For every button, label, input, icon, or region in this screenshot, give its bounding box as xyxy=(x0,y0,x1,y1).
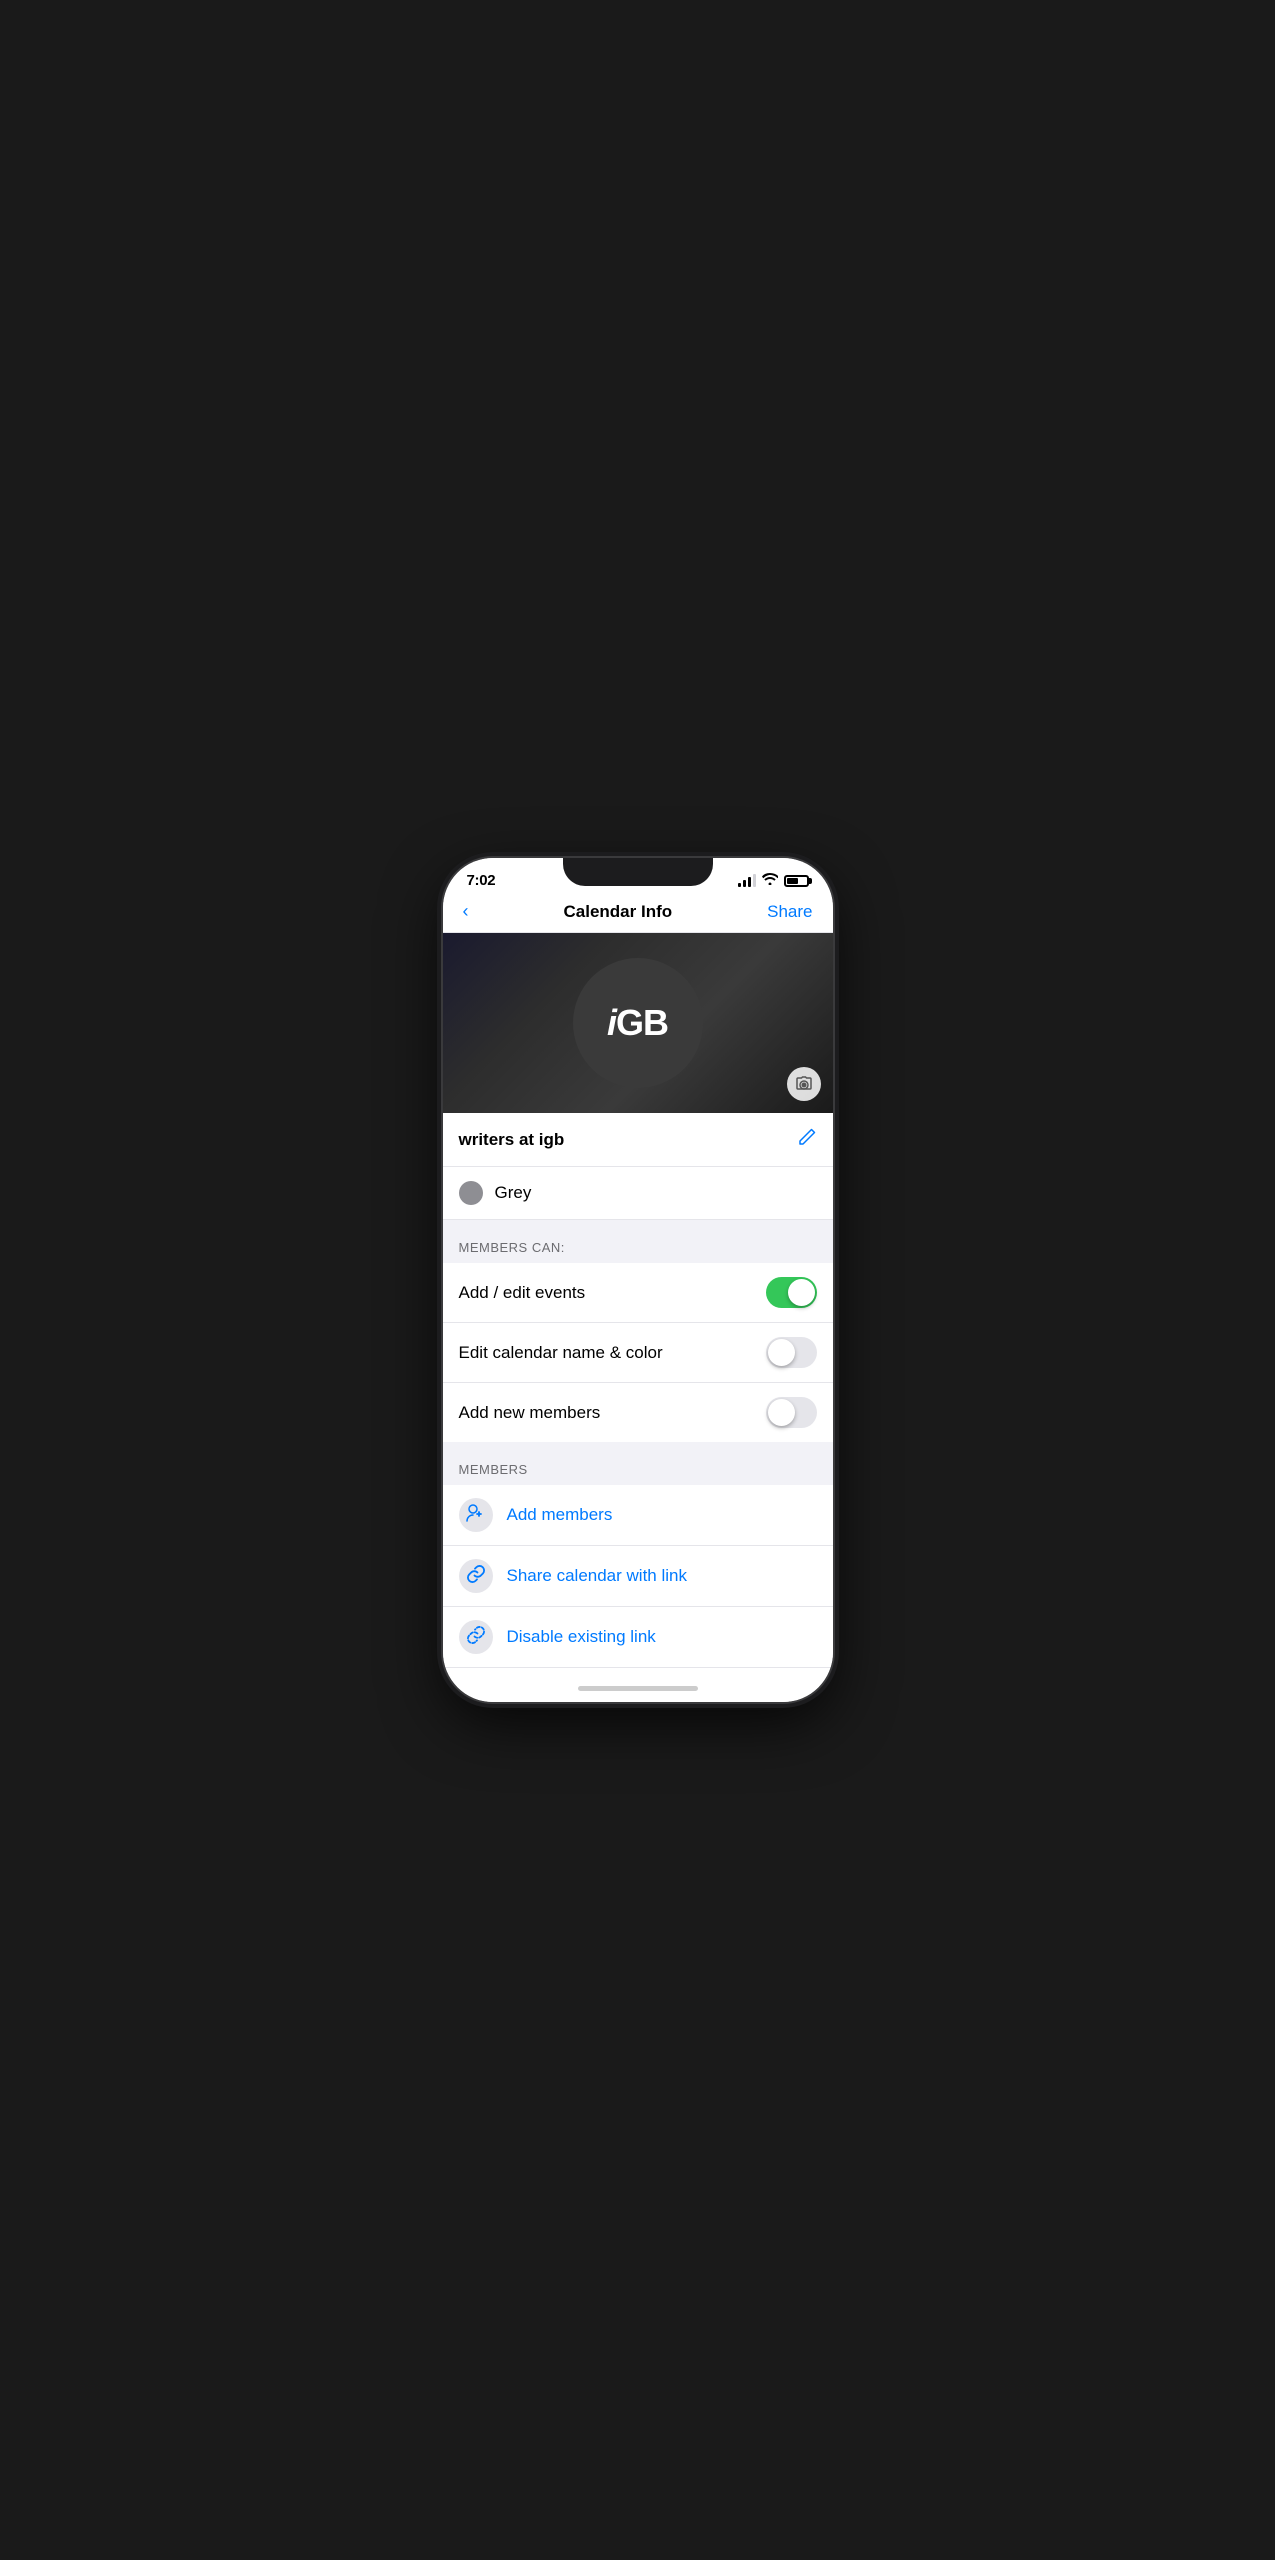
add-person-icon xyxy=(466,1504,486,1527)
phone-screen: 7:02 xyxy=(443,858,833,1702)
status-time: 7:02 xyxy=(467,872,496,889)
home-indicator xyxy=(443,1674,833,1702)
share-calendar-link-label: Share calendar with link xyxy=(507,1566,687,1586)
edit-icon[interactable] xyxy=(797,1127,817,1152)
disable-existing-link-row[interactable]: Disable existing link xyxy=(443,1607,833,1668)
edit-name-color-label: Edit calendar name & color xyxy=(459,1343,663,1363)
disable-link-icon-circle xyxy=(459,1620,493,1654)
add-new-members-label: Add new members xyxy=(459,1403,601,1423)
members-actions-group: Add members Share calendar with link xyxy=(443,1485,833,1674)
wifi-icon xyxy=(762,873,778,888)
settings-row-edit-name-color: Edit calendar name & color xyxy=(443,1323,833,1383)
add-members-row[interactable]: Add members xyxy=(443,1485,833,1546)
battery-icon xyxy=(784,875,809,887)
phone-frame: 7:02 xyxy=(443,858,833,1702)
scroll-content[interactable]: iGB writers at igb xyxy=(443,933,833,1674)
add-new-members-toggle[interactable] xyxy=(766,1397,817,1428)
hero-image: iGB xyxy=(443,933,833,1113)
page-title: Calendar Info xyxy=(564,902,673,922)
settings-row-add-new-members: Add new members xyxy=(443,1383,833,1442)
disable-existing-link-label: Disable existing link xyxy=(507,1627,656,1647)
add-members-icon-circle xyxy=(459,1498,493,1532)
color-label: Grey xyxy=(495,1183,532,1203)
members-section-header: MEMBERS xyxy=(443,1442,833,1485)
notch xyxy=(563,858,713,886)
share-calendar-link-row[interactable]: Share calendar with link xyxy=(443,1546,833,1607)
signal-bars-icon xyxy=(738,875,756,887)
hero-logo-text: iGB xyxy=(607,1002,668,1044)
settings-row-add-edit-events: Add / edit events xyxy=(443,1263,833,1323)
link-icon xyxy=(466,1564,486,1589)
unlink-icon xyxy=(466,1625,486,1650)
nav-bar: ‹ Calendar Info Share xyxy=(443,893,833,933)
color-dot xyxy=(459,1181,483,1205)
share-button[interactable]: Share xyxy=(767,902,812,922)
color-row: Grey xyxy=(443,1167,833,1220)
edit-name-color-toggle[interactable] xyxy=(766,1337,817,1368)
back-button[interactable]: ‹ xyxy=(463,901,469,922)
members-can-group: Add / edit events Edit calendar name & c… xyxy=(443,1263,833,1442)
share-link-icon-circle xyxy=(459,1559,493,1593)
calendar-name: writers at igb xyxy=(459,1130,565,1150)
add-members-label: Add members xyxy=(507,1505,613,1525)
status-icons xyxy=(738,873,809,888)
add-edit-events-toggle[interactable] xyxy=(766,1277,817,1308)
calendar-name-section: writers at igb xyxy=(443,1113,833,1167)
hero-logo-circle: iGB xyxy=(573,958,703,1088)
home-bar xyxy=(578,1686,698,1691)
camera-button[interactable] xyxy=(787,1067,821,1101)
add-edit-events-label: Add / edit events xyxy=(459,1283,586,1303)
members-can-header: MEMBERS CAN: xyxy=(443,1220,833,1263)
